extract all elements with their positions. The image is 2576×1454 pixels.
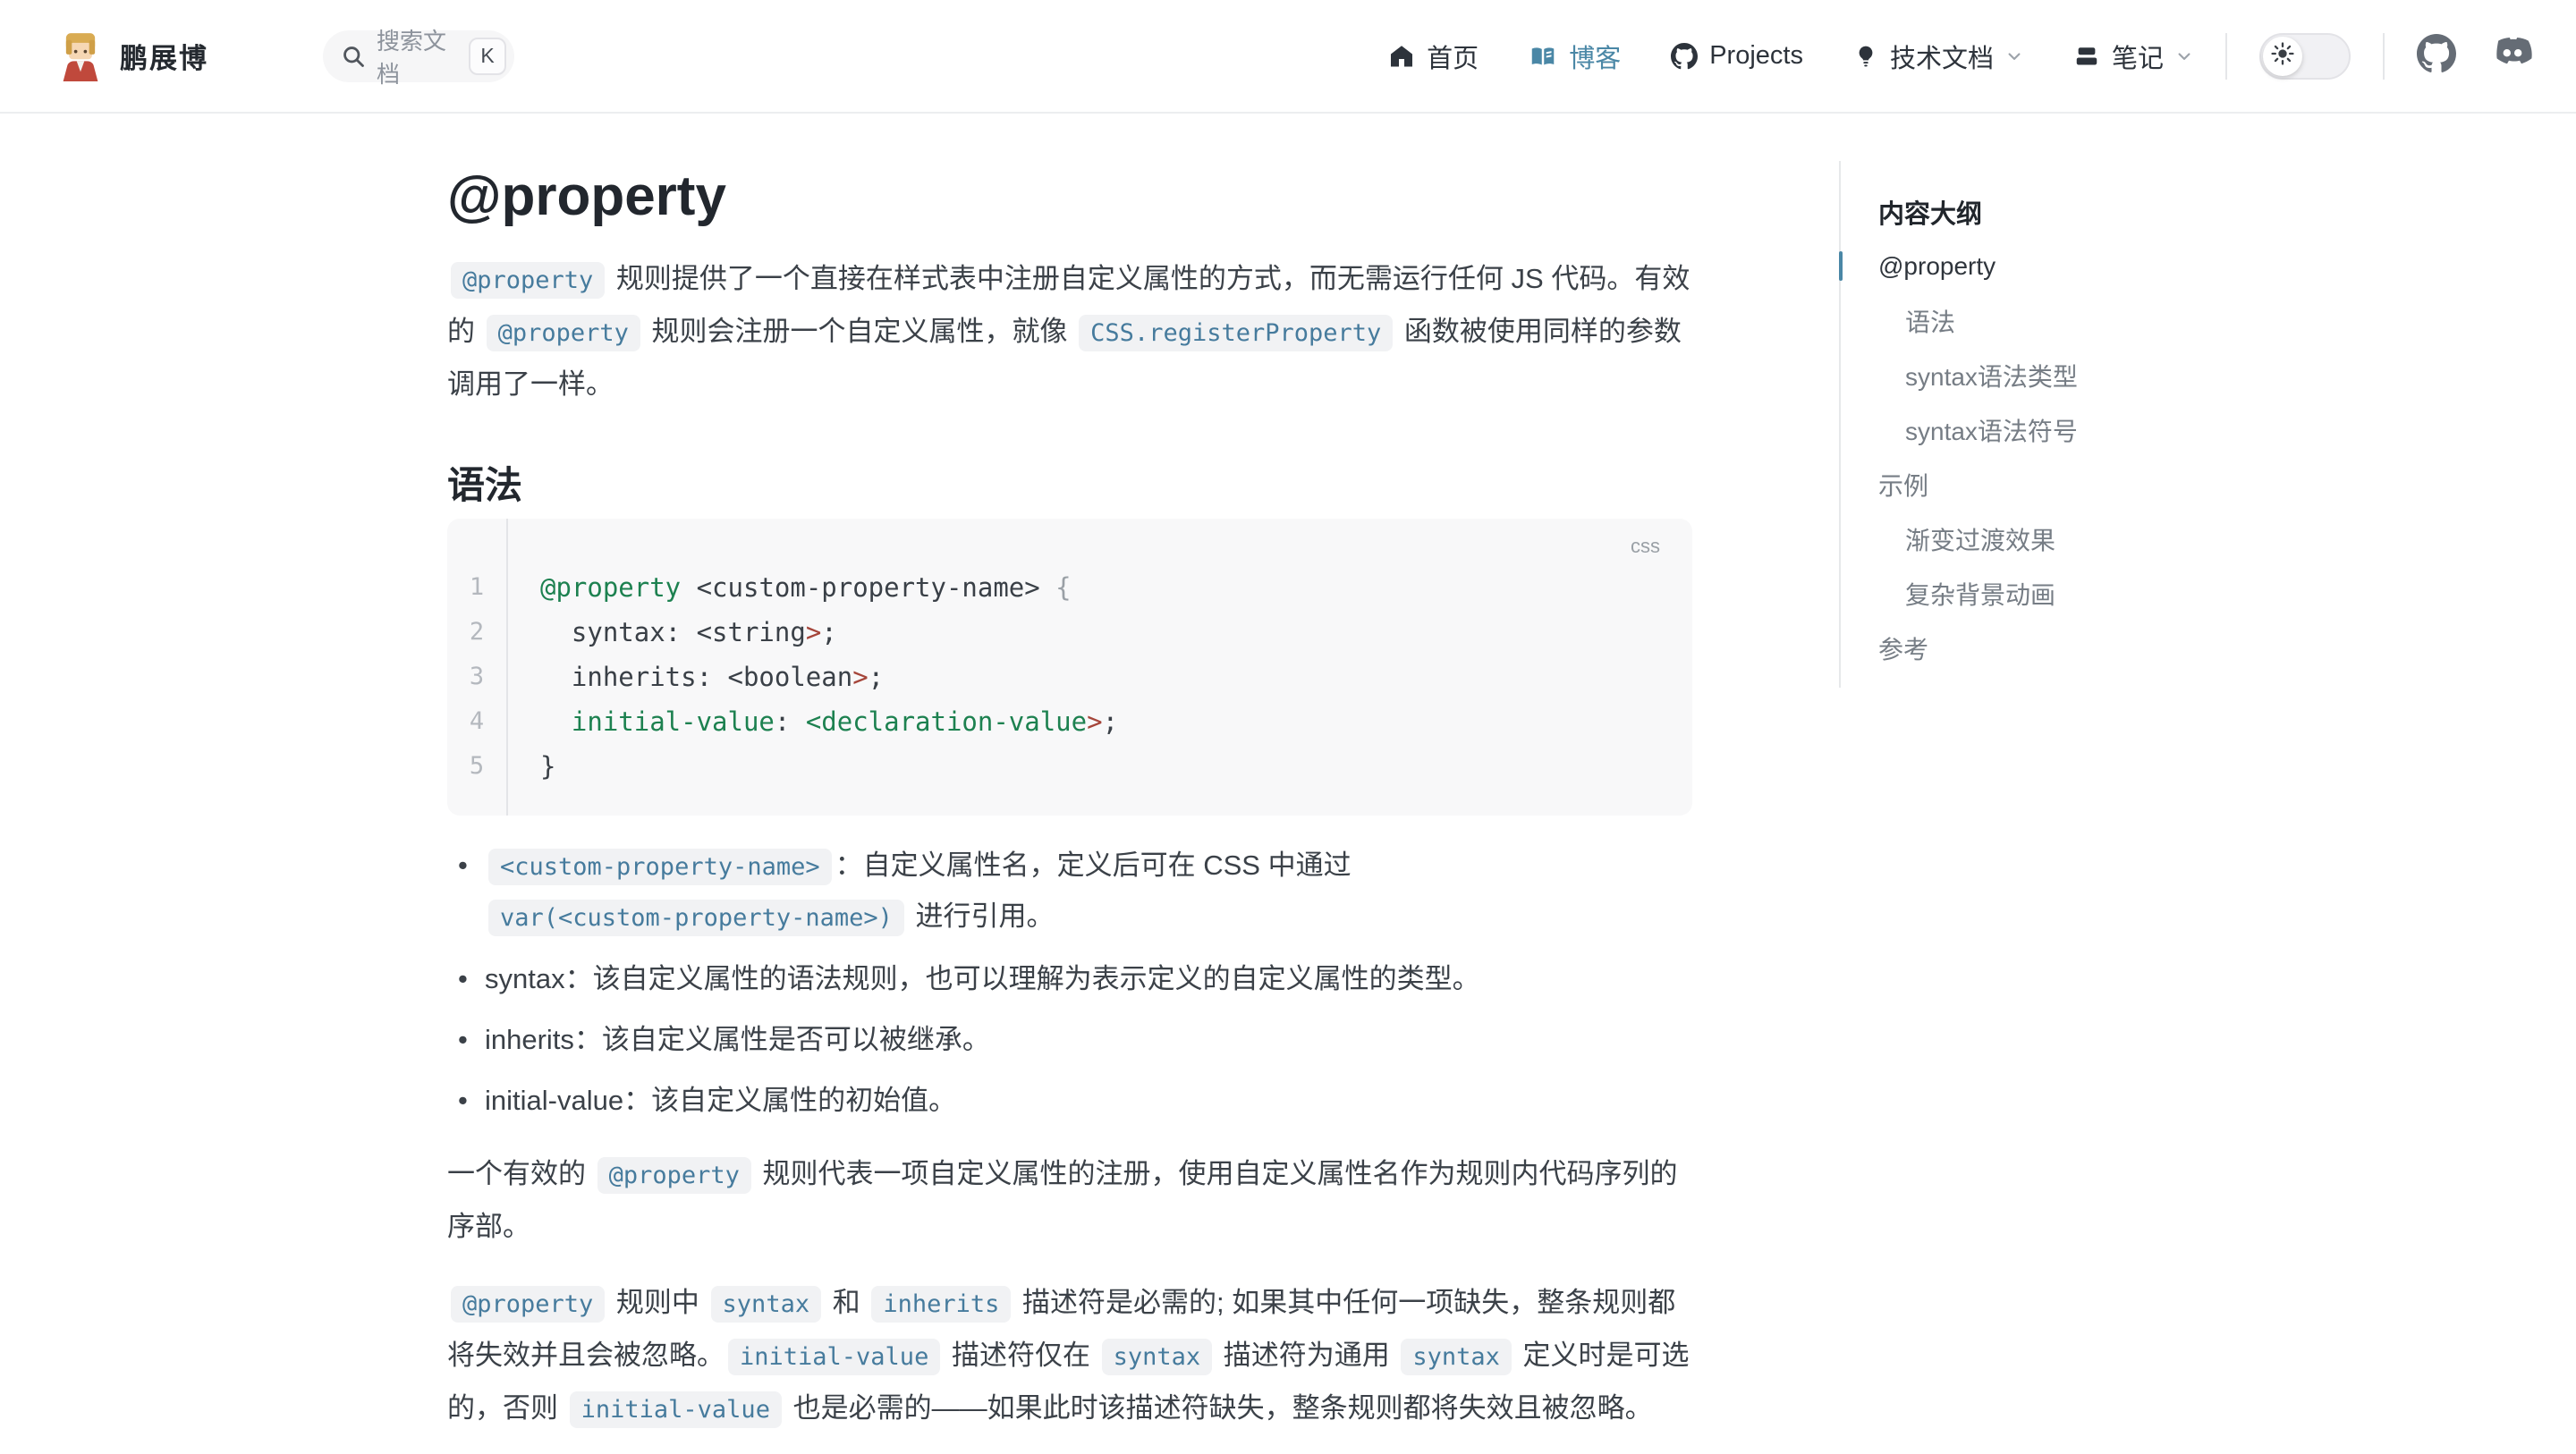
toc-item[interactable]: syntax语法符号 — [1878, 402, 2170, 457]
article: @property @property 规则提供了一个直接在样式表中注册自定义属… — [447, 114, 1692, 1435]
github-link[interactable] — [2417, 34, 2456, 78]
site-title[interactable]: 鹏展博 — [120, 36, 208, 76]
primary-nav: 首页 博客 Projects 技术文档 笔记 — [1388, 38, 2193, 75]
nav-item-label: 笔记 — [2112, 38, 2164, 75]
bulb-icon — [1853, 43, 1878, 70]
list-item: <custom-property-name>：自定义属性名，定义后可在 CSS … — [447, 841, 1692, 943]
toc-title: 内容大纲 — [1878, 184, 2170, 239]
site-logo[interactable]: 鹏展博 — [57, 31, 208, 81]
nav-item-label: 技术文档 — [1890, 38, 1994, 75]
search-placeholder: 搜索文档 — [377, 23, 469, 89]
line-number: 3 — [447, 655, 506, 699]
notes-icon — [2073, 43, 2100, 70]
inline-code: syntax — [1102, 1339, 1213, 1375]
inline-code: @property — [487, 315, 640, 351]
toc-item[interactable]: syntax语法类型 — [1878, 348, 2170, 402]
toc-item[interactable]: 参考 — [1878, 621, 2170, 675]
book-open-icon — [1529, 43, 1557, 70]
intro-paragraph: @property 规则提供了一个直接在样式表中注册自定义属性的方式，而无需运行… — [447, 253, 1692, 410]
theme-toggle-knob — [2263, 37, 2302, 76]
nav-item-label: Projects — [1709, 41, 1803, 71]
search-shortcut-key: K — [469, 38, 506, 75]
section-heading-syntax: 语法 — [447, 465, 1692, 506]
nav-item-projects[interactable]: Projects — [1671, 41, 1803, 71]
toc-item[interactable]: 语法 — [1878, 293, 2170, 348]
descriptor-list: <custom-property-name>：自定义属性名，定义后可在 CSS … — [447, 841, 1692, 1125]
line-number: 4 — [447, 699, 506, 744]
github-icon — [2417, 34, 2456, 78]
paragraph-required-descriptors: @property 规则中 syntax 和 inherits 描述符是必需的;… — [447, 1277, 1692, 1435]
list-item: initial-value：该自定义属性的初始值。 — [447, 1076, 1692, 1125]
nav-item-home[interactable]: 首页 — [1388, 38, 1479, 75]
list-item: syntax：该自定义属性的语法规则，也可以理解为表示定义的自定义属性的类型。 — [447, 954, 1692, 1003]
toc-list: @property语法syntax语法类型syntax语法符号示例渐变过渡效果复… — [1878, 239, 2170, 675]
toc-item[interactable]: 示例 — [1878, 457, 2170, 511]
line-number: 2 — [447, 610, 506, 655]
inline-code: @property — [597, 1157, 751, 1194]
chevron-down-icon — [2175, 47, 2193, 65]
header-actions — [2193, 33, 2533, 80]
nav-item-blog[interactable]: 博客 — [1529, 38, 1621, 75]
code-line: } — [540, 744, 1118, 789]
inline-code: @property — [451, 262, 605, 299]
line-number: 5 — [447, 744, 506, 789]
divider — [2383, 33, 2385, 80]
toc-item[interactable]: @property — [1878, 239, 2170, 293]
search-icon — [341, 44, 366, 69]
code-block: css 12345 @property <custom-property-nam… — [447, 519, 1692, 816]
code-language-badge: css — [1631, 535, 1660, 558]
inline-code: syntax — [711, 1286, 822, 1323]
page: 鹏展博 搜索文档 K 首页 博客 Projects 技术文档 笔记 — [0, 0, 2576, 1454]
home-icon — [1388, 43, 1415, 70]
paragraph-registration: 一个有效的 @property 规则代表一项自定义属性的注册，使用自定义属性名作… — [447, 1148, 1692, 1252]
social-links — [2417, 34, 2533, 78]
code-line-numbers: 12345 — [447, 519, 508, 816]
nav-item-notes[interactable]: 笔记 — [2073, 38, 2193, 75]
inline-code: <custom-property-name> — [488, 849, 832, 885]
inline-code: syntax — [1401, 1339, 1512, 1375]
inline-code: inherits — [871, 1286, 1011, 1323]
code-line: @property <custom-property-name> { — [540, 565, 1118, 610]
list-item: inherits：该自定义属性是否可以被继承。 — [447, 1015, 1692, 1064]
code-content: @property <custom-property-name> { synta… — [508, 519, 1118, 816]
line-number: 1 — [447, 565, 506, 610]
discord-icon — [2490, 36, 2533, 76]
discord-link[interactable] — [2490, 36, 2533, 76]
toc-item[interactable]: 复杂背景动画 — [1878, 566, 2170, 621]
inline-code: initial-value — [570, 1391, 782, 1428]
inline-code: var(<custom-property-name>) — [488, 900, 904, 936]
toc-item[interactable]: 渐变过渡效果 — [1878, 511, 2170, 566]
inline-code: @property — [451, 1286, 605, 1323]
nav-item-docs[interactable]: 技术文档 — [1853, 38, 2023, 75]
nav-item-label: 博客 — [1569, 38, 1621, 75]
site-avatar — [57, 31, 104, 81]
code-line: syntax: <string>; — [540, 610, 1118, 655]
sun-icon — [2270, 41, 2295, 71]
inline-code: initial-value — [728, 1339, 940, 1375]
search-box[interactable]: 搜索文档 K — [323, 30, 514, 82]
inline-code: CSS.registerProperty — [1079, 315, 1393, 351]
octocat-icon — [1671, 43, 1698, 70]
divider — [2225, 33, 2227, 80]
code-line: initial-value: <declaration-value>; — [540, 699, 1118, 744]
site-header: 鹏展博 搜索文档 K 首页 博客 Projects 技术文档 笔记 — [0, 0, 2576, 114]
page-title: @property — [447, 164, 1692, 230]
chevron-down-icon — [2005, 47, 2023, 65]
table-of-contents: 内容大纲 @property语法syntax语法类型syntax语法符号示例渐变… — [1839, 161, 2170, 688]
nav-item-label: 首页 — [1427, 38, 1479, 75]
theme-toggle[interactable] — [2259, 33, 2351, 80]
code-line: inherits: <boolean>; — [540, 655, 1118, 699]
